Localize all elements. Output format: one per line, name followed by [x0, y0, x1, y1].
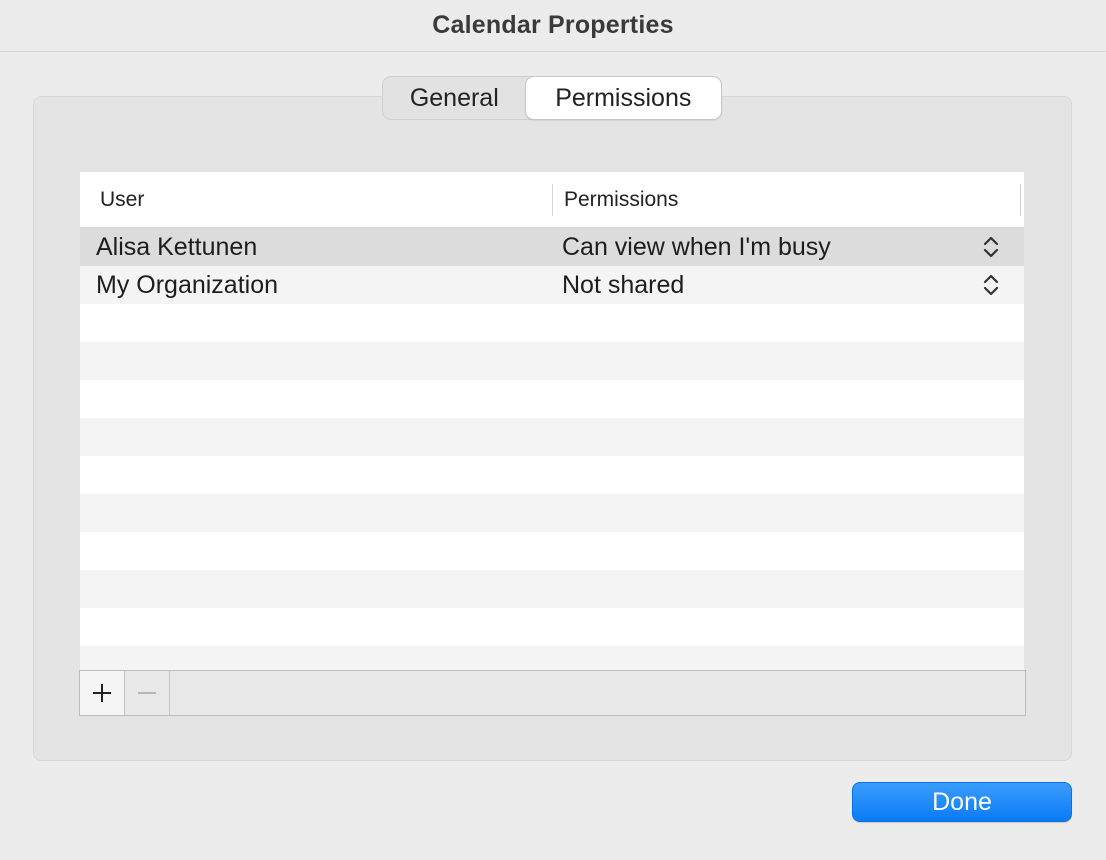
- empty-row: [80, 494, 1024, 532]
- empty-row: [80, 456, 1024, 494]
- tab-general[interactable]: General: [383, 77, 526, 119]
- empty-row: [80, 532, 1024, 570]
- empty-row: [80, 646, 1024, 670]
- user-name-cell: Alisa Kettunen: [96, 232, 258, 261]
- column-header-user[interactable]: User: [100, 172, 144, 228]
- minus-icon: [138, 692, 156, 694]
- chevron-up-down-icon[interactable]: [980, 235, 1002, 259]
- remove-user-button[interactable]: [125, 671, 170, 715]
- column-header-permissions[interactable]: Permissions: [564, 172, 678, 228]
- user-name-cell: My Organization: [96, 270, 279, 299]
- empty-row: [80, 342, 1024, 380]
- tab-permissions[interactable]: Permissions: [525, 77, 721, 119]
- add-user-button[interactable]: [80, 671, 125, 715]
- empty-row: [80, 380, 1024, 418]
- empty-row: [80, 304, 1024, 342]
- table-row[interactable]: My Organization Not shared: [80, 266, 1024, 304]
- title-bar: Calendar Properties: [0, 0, 1106, 52]
- plus-icon: [93, 684, 111, 702]
- empty-row: [80, 418, 1024, 456]
- table-header: User Permissions: [80, 172, 1024, 228]
- column-separator[interactable]: [1020, 184, 1021, 216]
- tab-bar: General Permissions: [382, 76, 722, 120]
- empty-row: [80, 608, 1024, 646]
- column-separator[interactable]: [552, 184, 553, 216]
- empty-row: [80, 570, 1024, 608]
- chevron-up-down-icon[interactable]: [980, 273, 1002, 297]
- done-button[interactable]: Done: [852, 782, 1072, 822]
- permission-value[interactable]: Not shared: [562, 266, 684, 304]
- permissions-table: User Permissions Alisa Kettunen Can view…: [80, 172, 1024, 670]
- permission-value[interactable]: Can view when I'm busy: [562, 228, 831, 266]
- table-toolbar: [79, 670, 1026, 716]
- table-row[interactable]: Alisa Kettunen Can view when I'm busy: [80, 228, 1024, 266]
- window-title: Calendar Properties: [432, 11, 674, 39]
